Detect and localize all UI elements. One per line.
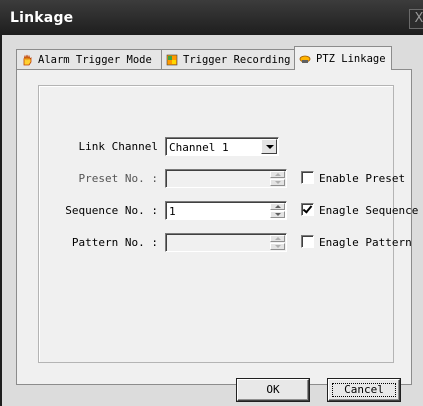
sequence-label: Sequence No. :	[65, 204, 158, 217]
ok-button[interactable]: OK	[237, 379, 309, 401]
link-channel-value: Channel 1	[169, 141, 229, 154]
sequence-value: 1	[169, 205, 176, 218]
preset-row: Preset No. : Enable Preset	[17, 169, 413, 189]
link-channel-label: Link Channel	[78, 140, 158, 153]
link-channel-row: Link Channel Channel 1	[17, 137, 413, 157]
preset-label: Preset No. :	[78, 172, 158, 185]
tab-ptz-linkage[interactable]: PTZ Linkage	[294, 46, 392, 70]
title-bar[interactable]: Linkage X	[0, 0, 423, 35]
focus-ring	[332, 383, 396, 397]
link-channel-select[interactable]: Channel 1	[165, 137, 279, 156]
close-icon[interactable]: X	[409, 9, 423, 29]
window-title: Linkage	[10, 10, 74, 26]
spin-down-icon[interactable]	[270, 243, 285, 250]
chevron-down-icon[interactable]	[261, 139, 277, 154]
pattern-row: Pattern No. : Enagle Pattern	[17, 233, 413, 253]
dialog-body: Alarm Trigger Mode Trigger Recording PTZ…	[0, 35, 423, 406]
linkage-dialog: Linkage X Alarm Trigger Mode Trigger Rec…	[0, 0, 423, 406]
ptz-settings-group	[38, 85, 394, 363]
spin-down-icon[interactable]	[270, 179, 285, 186]
spin-down-icon[interactable]	[270, 211, 285, 218]
tab-trigger-recording[interactable]: Trigger Recording	[161, 49, 295, 69]
alarm-hand-icon	[21, 54, 33, 66]
sequence-row: Sequence No. : 1 Enagle Sequence	[17, 201, 418, 221]
spin-up-icon[interactable]	[270, 171, 285, 178]
enable-preset-label: Enable Preset	[319, 172, 406, 185]
preset-stepper[interactable]	[165, 169, 287, 188]
tab-alarm-trigger-mode[interactable]: Alarm Trigger Mode	[16, 49, 162, 69]
pattern-stepper[interactable]	[165, 233, 287, 252]
enable-pattern-label: Enagle Pattern	[319, 236, 412, 249]
tab-label: PTZ Linkage	[316, 52, 386, 65]
spin-up-icon[interactable]	[270, 203, 285, 210]
ptz-icon	[299, 53, 311, 65]
ptz-linkage-panel: Link Channel Channel 1 Preset No. : Enab…	[16, 69, 418, 385]
cancel-button[interactable]: Cancel	[328, 379, 400, 401]
spin-up-icon[interactable]	[270, 235, 285, 242]
enable-preset-checkbox[interactable]	[301, 171, 314, 184]
sequence-stepper[interactable]: 1	[165, 201, 287, 220]
enable-sequence-checkbox[interactable]	[301, 203, 314, 216]
tab-label: Trigger Recording	[183, 53, 291, 66]
enable-sequence-label: Enagle Sequence	[319, 204, 419, 217]
tab-label: Alarm Trigger Mode	[38, 53, 152, 66]
recording-icon	[166, 54, 178, 66]
enable-pattern-checkbox[interactable]	[301, 235, 314, 248]
pattern-label: Pattern No. :	[71, 236, 158, 249]
